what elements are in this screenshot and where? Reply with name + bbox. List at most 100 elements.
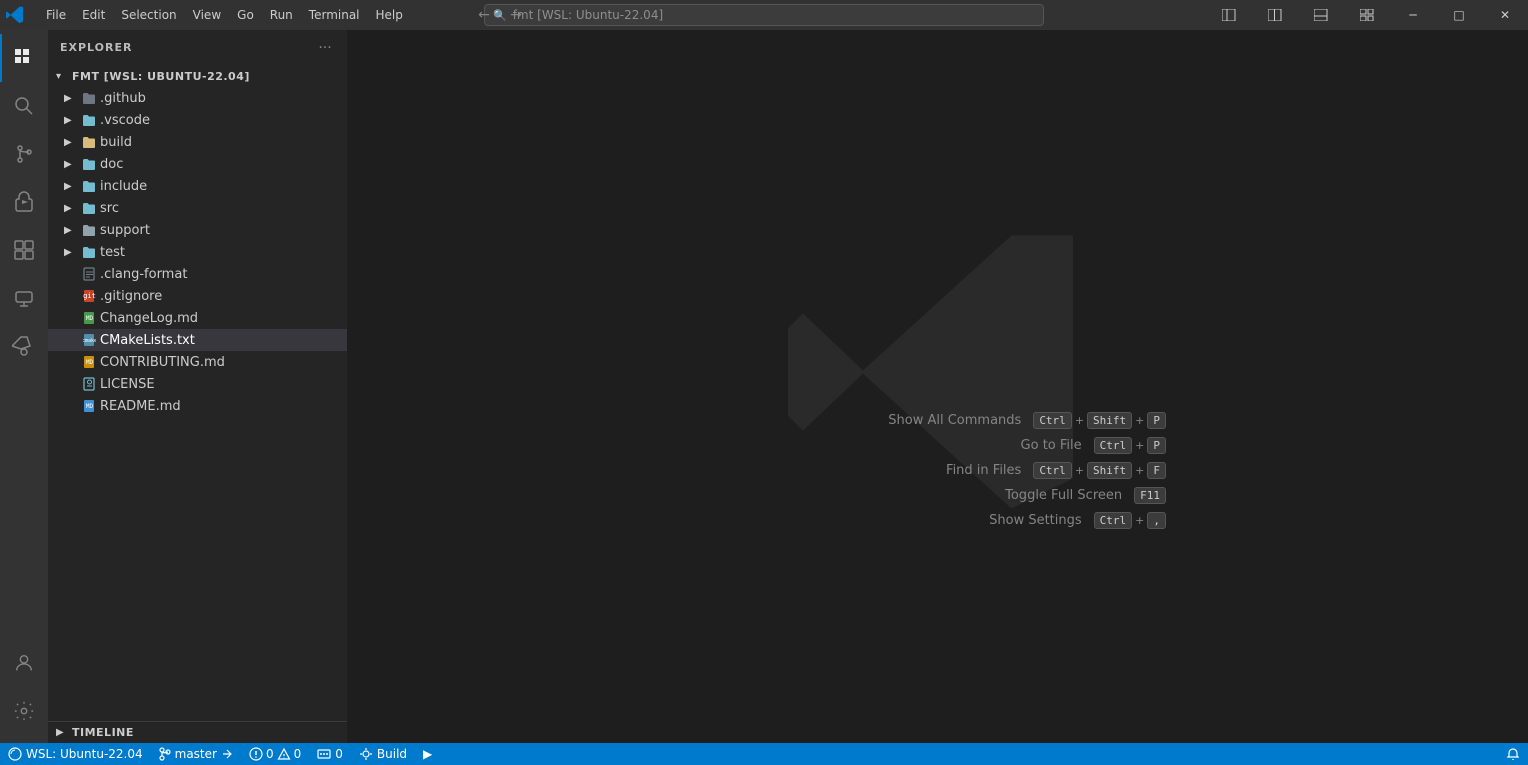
- label-doc: doc: [98, 157, 347, 172]
- activity-search[interactable]: [0, 82, 48, 130]
- plus-1b: +: [1135, 414, 1144, 427]
- folder-doc-icon: [80, 156, 98, 172]
- ports-count: 0: [335, 747, 343, 761]
- timeline-section[interactable]: ▶ TIMELINE: [48, 721, 347, 743]
- tree-item-include[interactable]: ▶ include: [48, 175, 347, 197]
- label-github: .github: [98, 91, 347, 106]
- activity-remote-explorer[interactable]: [0, 274, 48, 322]
- shortcut-label-commands: Show All Commands: [888, 413, 1021, 428]
- folder-include-icon: [80, 178, 98, 194]
- shortcut-keys-commands: Ctrl + Shift + P: [1033, 412, 1166, 429]
- shortcut-row-find: Find in Files Ctrl + Shift + F: [786, 462, 1166, 479]
- activity-test[interactable]: [0, 322, 48, 370]
- tree-item-support[interactable]: ▶ support: [48, 219, 347, 241]
- split-editor-btn[interactable]: [1252, 0, 1298, 30]
- tree-item-build[interactable]: ▶ build: [48, 131, 347, 153]
- label-license: LICENSE: [98, 377, 347, 392]
- menu-go[interactable]: Go: [229, 4, 262, 26]
- explorer-root-header[interactable]: ▾ FMT [WSL: UBUNTU-22.04]: [48, 65, 347, 87]
- file-gitignore-icon: git: [80, 288, 98, 304]
- tree-item-doc[interactable]: ▶ doc: [48, 153, 347, 175]
- kbd-shift-1: Shift: [1087, 412, 1132, 429]
- chevron-vscode: ▶: [64, 115, 80, 126]
- activity-settings[interactable]: [0, 687, 48, 735]
- window-controls: ─ □ ✕: [1206, 0, 1528, 30]
- file-license-icon: [80, 376, 98, 392]
- close-button[interactable]: ✕: [1482, 0, 1528, 30]
- nav-back-button[interactable]: ←: [470, 3, 498, 27]
- menu-selection[interactable]: Selection: [113, 4, 184, 26]
- shortcut-row-settings: Show Settings Ctrl + ,: [786, 512, 1166, 529]
- kbd-shift-3: Shift: [1087, 462, 1132, 479]
- titlebar: File Edit Selection View Go Run Terminal…: [0, 0, 1528, 30]
- tree-item-readme[interactable]: MD README.md: [48, 395, 347, 417]
- label-build: build: [98, 135, 347, 150]
- status-build[interactable]: Build: [351, 743, 415, 765]
- menu-view[interactable]: View: [185, 4, 229, 26]
- tree-item-cmakelists[interactable]: cmake CMakeLists.txt: [48, 329, 347, 351]
- chevron-test: ▶: [64, 247, 80, 258]
- status-errors[interactable]: 0 0: [241, 743, 309, 765]
- status-ports[interactable]: 0: [309, 743, 351, 765]
- tree-item-contributing[interactable]: MD CONTRIBUTING.md: [48, 351, 347, 373]
- kbd-f-3: F: [1147, 462, 1166, 479]
- timeline-chevron: ▶: [56, 727, 72, 738]
- kbd-ctrl-5: Ctrl: [1094, 512, 1133, 529]
- status-branch[interactable]: master: [151, 743, 241, 765]
- customize-layout-btn[interactable]: [1344, 0, 1390, 30]
- root-chevron: ▾: [56, 71, 72, 82]
- activity-account[interactable]: [0, 639, 48, 687]
- menu-edit[interactable]: Edit: [74, 4, 113, 26]
- activity-explorer[interactable]: [0, 34, 48, 82]
- menu-bar: File Edit Selection View Go Run Terminal…: [30, 4, 411, 26]
- plus-2a: +: [1135, 439, 1144, 452]
- menu-terminal[interactable]: Terminal: [301, 4, 368, 26]
- kbd-ctrl-2: Ctrl: [1094, 437, 1133, 454]
- label-include: include: [98, 179, 347, 194]
- nav-forward-button[interactable]: →: [502, 3, 530, 27]
- tree-item-src[interactable]: ▶ src: [48, 197, 347, 219]
- main-body: EXPLORER ··· ▾ FMT [WSL: UBUNTU-22.04] ▶…: [0, 30, 1528, 743]
- plus-3b: +: [1135, 464, 1144, 477]
- tree-item-test[interactable]: ▶ test: [48, 241, 347, 263]
- sidebar: EXPLORER ··· ▾ FMT [WSL: UBUNTU-22.04] ▶…: [48, 30, 348, 743]
- maximize-button[interactable]: □: [1436, 0, 1482, 30]
- errors-count: 0: [266, 747, 274, 761]
- minimize-button[interactable]: ─: [1390, 0, 1436, 30]
- kbd-comma-5: ,: [1147, 512, 1166, 529]
- tree-item-github[interactable]: ▶ .github: [48, 87, 347, 109]
- tree-item-clang-format[interactable]: .clang-format: [48, 263, 347, 285]
- panel-layout-btn[interactable]: [1298, 0, 1344, 30]
- activity-extensions[interactable]: [0, 226, 48, 274]
- status-bar: WSL: Ubuntu-22.04 master 0 0 0 Build ▶: [0, 743, 1528, 765]
- status-run[interactable]: ▶: [415, 743, 440, 765]
- activity-source-control[interactable]: [0, 130, 48, 178]
- notification-icon[interactable]: [1498, 743, 1528, 765]
- menu-run[interactable]: Run: [262, 4, 301, 26]
- tree-item-license[interactable]: LICENSE: [48, 373, 347, 395]
- tree-item-changelog[interactable]: MD ChangeLog.md: [48, 307, 347, 329]
- svg-text:cmake: cmake: [83, 338, 96, 344]
- activity-run-debug[interactable]: [0, 178, 48, 226]
- sidebar-more-actions[interactable]: ···: [315, 38, 335, 58]
- label-cmakelists: CMakeLists.txt: [98, 333, 347, 348]
- shortcut-row-fullscreen: Toggle Full Screen F11: [786, 487, 1166, 504]
- menu-help[interactable]: Help: [368, 4, 411, 26]
- file-contributing-icon: MD: [80, 354, 98, 370]
- folder-github-icon: [80, 90, 98, 106]
- tree-item-vscode[interactable]: ▶ .vscode: [48, 109, 347, 131]
- chevron-github: ▶: [64, 93, 80, 104]
- status-wsl[interactable]: WSL: Ubuntu-22.04: [0, 743, 151, 765]
- command-search[interactable]: 🔍 fmt [WSL: Ubuntu-22.04]: [484, 4, 1044, 26]
- shortcut-label-file: Go to File: [1021, 438, 1082, 453]
- root-label: FMT [WSL: UBUNTU-22.04]: [72, 70, 250, 83]
- chevron-build: ▶: [64, 137, 80, 148]
- explorer-tree: ▾ FMT [WSL: UBUNTU-22.04] ▶ .github ▶ .v: [48, 65, 347, 721]
- tree-item-gitignore[interactable]: git .gitignore: [48, 285, 347, 307]
- folder-support-icon: [80, 222, 98, 238]
- layout-toggle-btn[interactable]: [1206, 0, 1252, 30]
- plus-1a: +: [1075, 414, 1084, 427]
- menu-file[interactable]: File: [38, 4, 74, 26]
- label-vscode: .vscode: [98, 113, 347, 128]
- shortcut-label-settings: Show Settings: [989, 513, 1082, 528]
